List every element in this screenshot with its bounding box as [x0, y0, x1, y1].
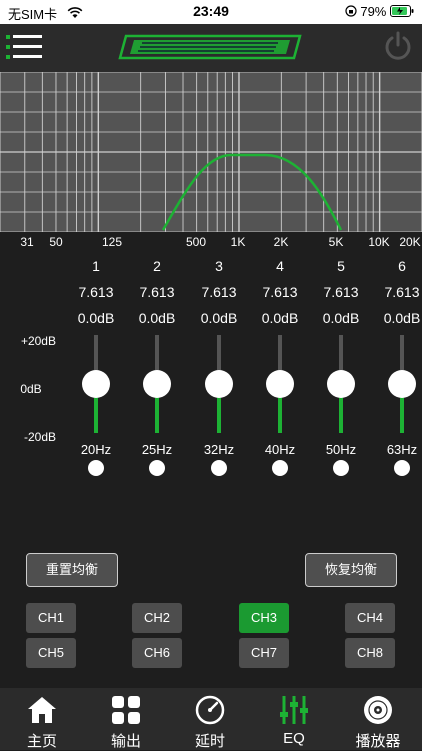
channel-button-ch1[interactable]: CH1 [26, 603, 76, 633]
eq-response-graph [0, 72, 422, 232]
battery-area: 79% [345, 4, 414, 19]
gain-slider-knob[interactable] [388, 370, 416, 398]
band-q-value[interactable]: 7.613 [311, 284, 371, 300]
band-gain-value[interactable]: 0.0dB [372, 310, 422, 326]
nav-output[interactable]: 输出 [84, 688, 168, 750]
reset-eq-button[interactable]: 重置均衡 [26, 553, 118, 587]
frequency-axis: 31 50 125 500 1K 2K 5K 10K 20K [0, 235, 422, 251]
freq-axis-label: 1K [230, 235, 246, 249]
band-frequency[interactable]: 20Hz [66, 442, 126, 457]
freq-axis-label: 5K [328, 235, 344, 249]
scale-bottom: -20dB [23, 430, 56, 444]
freq-axis-label: 500 [185, 235, 207, 249]
restore-eq-button[interactable]: 恢复均衡 [305, 553, 397, 587]
eq-graph-canvas [0, 72, 422, 232]
nav-output-label: 输出 [110, 733, 141, 750]
app-header [0, 24, 422, 72]
band-select-dot[interactable] [149, 460, 165, 476]
band-number: 1 [92, 258, 100, 274]
scale-mid: 0dB [20, 382, 42, 396]
band-frequency[interactable]: 63Hz [372, 442, 422, 457]
bottom-navigation: 主页 输出 延时 EQ 播放器 [0, 688, 422, 750]
battery-icon [390, 5, 414, 17]
gain-slider-knob[interactable] [205, 370, 233, 398]
band-number: 6 [398, 258, 406, 274]
channel-button-ch6[interactable]: CH6 [132, 638, 182, 668]
band-gain-value[interactable]: 0.0dB [311, 310, 371, 326]
band-number: 2 [153, 258, 161, 274]
battery-percent: 79% [360, 4, 387, 19]
band-select-dot[interactable] [211, 460, 227, 476]
band-number: 4 [276, 258, 284, 274]
freq-axis-label: 20K [399, 235, 421, 249]
band-q-value[interactable]: 7.613 [189, 284, 249, 300]
band-frequency[interactable]: 32Hz [189, 442, 249, 457]
gain-slider-knob[interactable] [82, 370, 110, 398]
band-select-dot[interactable] [272, 460, 288, 476]
channel-button-ch7[interactable]: CH7 [239, 638, 289, 668]
disc-icon [364, 696, 392, 724]
nav-home-label: 主页 [26, 733, 57, 750]
band-gain-value[interactable]: 0.0dB [66, 310, 126, 326]
equalizer-icon [280, 696, 308, 724]
power-icon[interactable] [382, 30, 414, 62]
band-select-dot[interactable] [333, 460, 349, 476]
grid-icon [112, 696, 140, 724]
nav-delay-label: 延时 [194, 733, 225, 750]
band-select-dot[interactable] [394, 460, 410, 476]
channel-button-ch4[interactable]: CH4 [345, 603, 395, 633]
channel-button-ch8[interactable]: CH8 [345, 638, 395, 668]
freq-axis-label: 31 [20, 235, 34, 249]
crossfire-logo [118, 34, 302, 60]
band-number: 3 [215, 258, 223, 274]
band-frequency[interactable]: 50Hz [311, 442, 371, 457]
band-q-value[interactable]: 7.613 [372, 284, 422, 300]
freq-axis-label: 2K [273, 235, 289, 249]
menu-icon[interactable] [6, 32, 42, 62]
band-gain-value[interactable]: 0.0dB [127, 310, 187, 326]
band-number: 5 [337, 258, 345, 274]
nav-delay[interactable]: 延时 [168, 688, 252, 750]
gain-slider-knob[interactable] [327, 370, 355, 398]
band-q-value[interactable]: 7.613 [127, 284, 187, 300]
gain-slider-knob[interactable] [266, 370, 294, 398]
band-gain-value[interactable]: 0.0dB [250, 310, 310, 326]
freq-axis-label: 50 [49, 235, 63, 249]
freq-axis-label: 125 [101, 235, 123, 249]
gain-slider-knob[interactable] [143, 370, 171, 398]
channel-button-ch2[interactable]: CH2 [132, 603, 182, 633]
home-icon [28, 697, 56, 723]
band-frequency[interactable]: 40Hz [250, 442, 310, 457]
nav-player-label: 播放器 [355, 733, 401, 750]
band-select-dot[interactable] [88, 460, 104, 476]
nav-home[interactable]: 主页 [0, 688, 84, 750]
channel-button-ch5[interactable]: CH5 [26, 638, 76, 668]
band-q-value[interactable]: 7.613 [250, 284, 310, 300]
band-frequency[interactable]: 25Hz [127, 442, 187, 457]
channel-button-ch3[interactable]: CH3 [239, 603, 289, 633]
orientation-lock-icon [345, 5, 357, 17]
nav-eq-label: EQ [283, 730, 305, 747]
nav-player[interactable]: 播放器 [336, 688, 420, 750]
status-bar: 无SIM卡 23:49 79% [0, 0, 422, 24]
gauge-icon [195, 695, 225, 725]
nav-eq[interactable]: EQ [252, 688, 336, 750]
band-gain-value[interactable]: 0.0dB [189, 310, 249, 326]
band-q-value[interactable]: 7.613 [66, 284, 126, 300]
scale-top: +20dB [20, 334, 56, 348]
freq-axis-label: 10K [368, 235, 390, 249]
